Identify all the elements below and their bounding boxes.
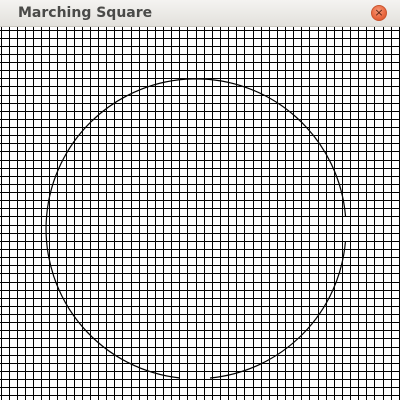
close-icon: × [374,6,384,19]
close-button[interactable]: × [371,5,387,21]
grid-lines [0,27,400,400]
grid-drawing [0,27,400,400]
app-window: Marching Square × [0,0,400,400]
marching-squares-canvas[interactable] [0,27,400,400]
window-title: Marching Square [18,5,153,21]
title-bar[interactable]: Marching Square × [0,0,400,27]
